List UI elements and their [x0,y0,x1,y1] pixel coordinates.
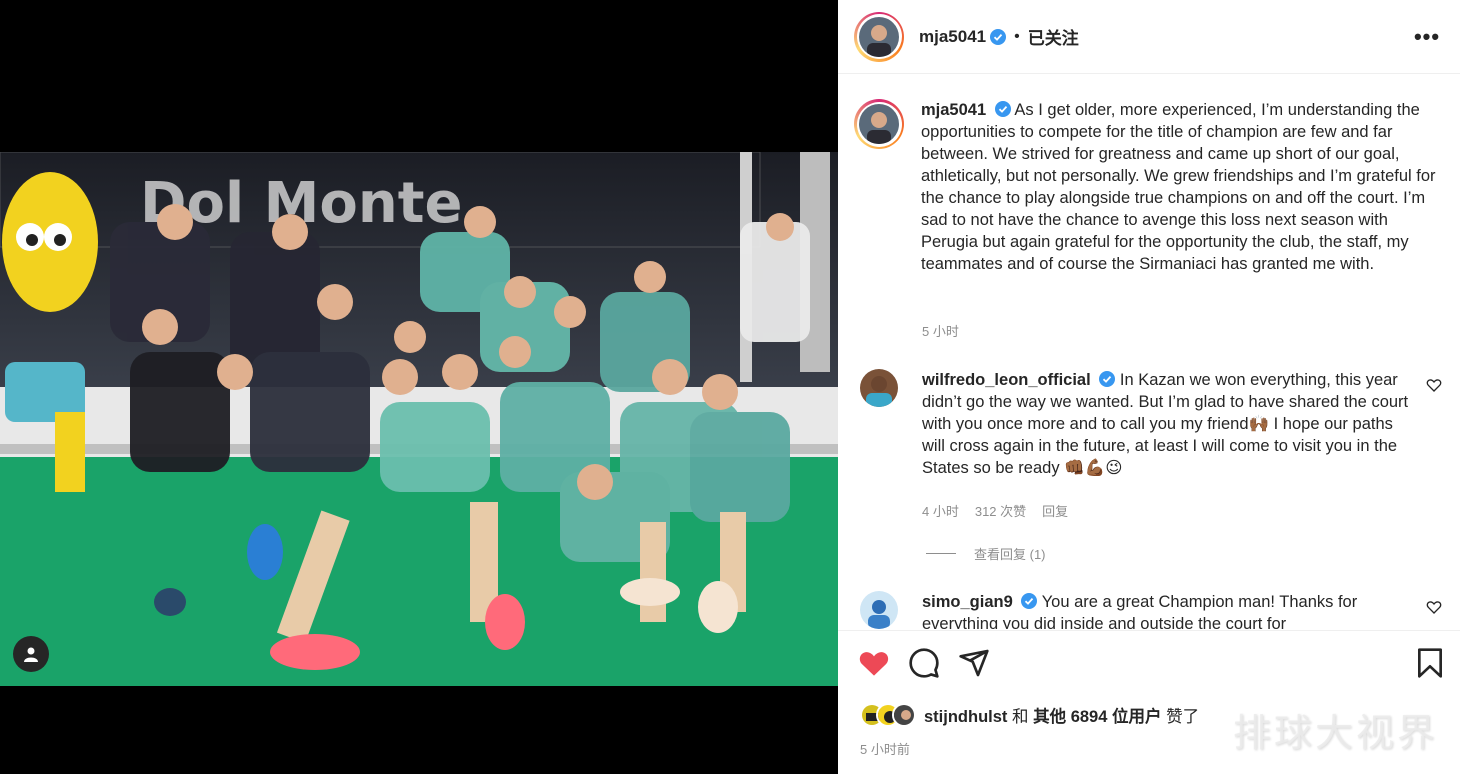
caption-text: As I get older, more experienced, I’m un… [921,101,1436,273]
author-username[interactable]: mja5041 [919,27,986,47]
commenter-username[interactable]: wilfredo_leon_official [922,371,1091,389]
verified-icon [1099,371,1116,387]
post-panel: mja5041 • 已关注 ••• mja5041 As I get older… [838,0,1460,774]
comments-list[interactable]: mja5041 As I get older, more experienced… [838,75,1460,629]
comment-like-icon[interactable] [1426,377,1442,393]
likes-connector: 和 [1012,708,1029,726]
user-tag-button[interactable] [13,636,49,672]
comment-like-icon[interactable] [1426,599,1442,615]
likes-summary: stijndhulst 和 其他 6894 位用户 赞了 [860,703,1199,727]
verified-icon [1021,593,1038,609]
likes-suffix: 赞了 [1166,708,1200,726]
bookmark-icon[interactable] [1414,647,1446,679]
reply-button[interactable]: 回复 [1042,501,1068,520]
comment-item: simo_gian9 You are a great Champion man!… [860,591,1450,629]
comment-icon[interactable] [908,647,940,679]
comment-time: 4 小时 [922,504,959,519]
verified-icon [994,101,1011,117]
verified-icon [990,28,1007,45]
commenter-avatar[interactable] [860,369,898,407]
caption-time: 5 小时 [922,324,959,339]
watermark: 排球大视界 [1232,711,1438,755]
author-avatar[interactable] [854,11,904,62]
commenter-username[interactable]: simo_gian9 [922,593,1013,611]
liker-avatar [892,703,916,727]
likes-others[interactable]: 其他 6894 位用户 [1033,708,1161,726]
header-separator: • [1014,27,1020,45]
post-media: Dol Monte [0,0,838,774]
heart-icon[interactable] [858,647,890,679]
comment-meta: 4 小时 312 次赞 回复 [922,501,1068,520]
post-photo[interactable]: Dol Monte [0,152,838,686]
caption-avatar[interactable] [854,99,904,149]
user-tag-icon [24,647,38,662]
post-header: mja5041 • 已关注 ••• [838,0,1460,74]
view-replies-button[interactable]: 查看回复 (1) [926,544,1046,563]
view-replies-label: 查看回复 (1) [974,547,1046,562]
more-icon: ••• [1413,24,1441,49]
share-icon[interactable] [958,647,990,679]
comment-item: wilfredo_leon_official In Kazan we won e… [860,369,1450,479]
following-button[interactable]: 已关注 [1028,24,1079,49]
post-time: 5 小时前 [860,742,910,757]
commenter-avatar[interactable] [860,591,898,629]
liker-username[interactable]: stijndhulst [924,708,1007,726]
comment-like-count[interactable]: 312 次赞 [975,501,1026,520]
caption-username[interactable]: mja5041 [921,101,986,119]
replies-divider [926,553,956,554]
caption: mja5041 As I get older, more experienced… [854,99,1450,275]
more-options-button[interactable]: ••• [1414,24,1440,50]
